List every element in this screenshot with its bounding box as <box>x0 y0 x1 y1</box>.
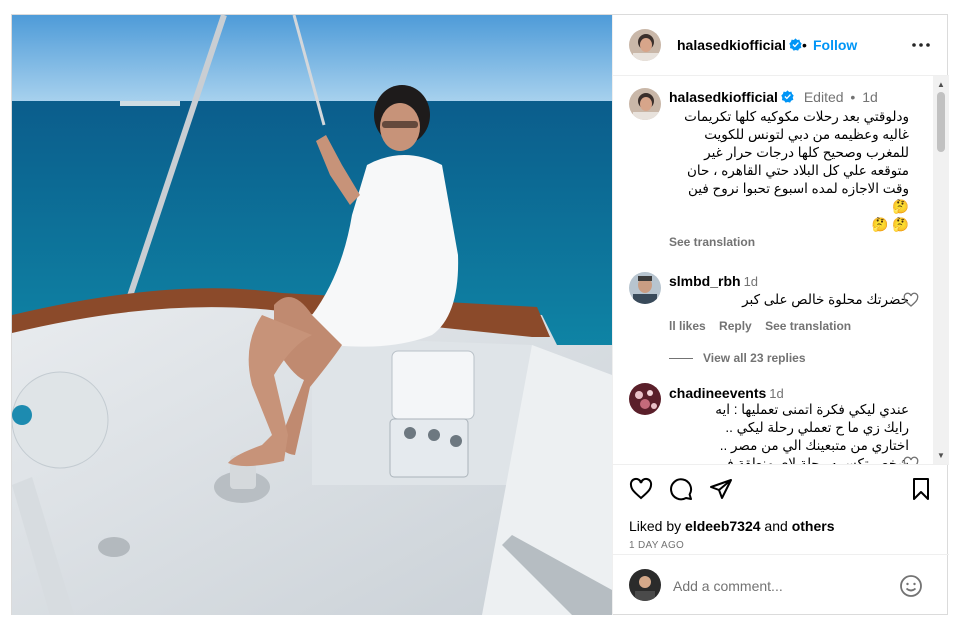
view-replies-label[interactable]: View all 23 replies <box>703 351 806 365</box>
comment-text: عندي ليكي فكرة اتمنى تعمليها : ايه رايك … <box>669 401 909 464</box>
comments-scrollbar[interactable]: ▲ ▼ <box>933 76 949 464</box>
caption-text: ودلوقتي بعد رحلات مكوكيه كلها تكريمات غا… <box>669 108 909 234</box>
comment-text: حضرتك محلوة خالص على كبر <box>742 292 909 307</box>
caption-line: وقت الاجازه لمده اسبوع تحبوا نروح فين 🤔 <box>688 181 909 214</box>
comment-line: شخص تكسبيه رحلة لاي منطقة في <box>716 456 909 464</box>
commenter-avatar[interactable] <box>629 272 661 304</box>
liked-by-line: Liked by eldeeb7324 and others <box>629 518 834 534</box>
author-username-link[interactable]: halasedkiofficial <box>677 37 802 53</box>
comment-reply-button[interactable]: Reply <box>719 319 752 333</box>
caption-line: للمغرب وصحيح كلها درجات حرار غير <box>704 145 909 160</box>
share-send-icon[interactable] <box>709 477 733 501</box>
header-separator: • <box>802 37 807 53</box>
caption-line: ودلوقتي بعد رحلات مكوكيه كلها تكريمات <box>684 109 909 124</box>
verified-badge-icon <box>781 90 794 103</box>
comment-like-heart-icon[interactable] <box>903 456 919 464</box>
comment-see-translation[interactable]: See translation <box>765 319 851 333</box>
caption-avatar[interactable] <box>629 88 661 120</box>
comment-line: اختاري من متبعينك الي من مصر .. <box>719 438 909 453</box>
comments-section[interactable]: halasedkiofficial Edited • 1d ودلوقتي بع… <box>613 76 949 464</box>
comment-line: رايك زي ما ح تعملي رحلة ليكي .. <box>725 420 909 435</box>
author-avatar[interactable] <box>629 29 661 61</box>
caption-dot: • <box>850 89 856 105</box>
add-comment-input[interactable] <box>673 577 893 595</box>
author-username[interactable]: halasedkiofficial <box>677 37 786 53</box>
comment-line: عندي ليكي فكرة اتمنى تعمليها : ايه <box>715 402 909 417</box>
liked-by-prefix: Liked by <box>629 518 686 534</box>
caption-line: غاليه وعظيمه من دبي لتونس للكويت <box>704 127 909 142</box>
post-sidebar: halasedkiofficial • Follow halasedkioffi… <box>612 15 949 615</box>
scrollbar-thumb[interactable] <box>937 92 945 152</box>
scroll-up-arrow-icon[interactable]: ▲ <box>937 80 945 89</box>
liked-by-others-link[interactable]: others <box>792 518 835 534</box>
comment-user-line: slmbd_rbh 1d <box>669 273 758 289</box>
viewer-avatar <box>629 569 661 601</box>
comment-like-heart-icon[interactable] <box>903 292 919 308</box>
comment-likes-count[interactable]: ‍ll likes <box>669 319 706 333</box>
edited-label: Edited <box>803 89 844 105</box>
comment-time[interactable]: 1d <box>769 386 783 401</box>
liked-by-user-link[interactable]: eldeeb7324 <box>685 518 761 534</box>
save-bookmark-icon[interactable] <box>909 477 933 501</box>
follow-button[interactable]: Follow <box>813 37 857 53</box>
comment-actions: ‍ll likes Reply See translation <box>669 319 861 333</box>
post-photo[interactable] <box>12 15 612 615</box>
comment-username[interactable]: slmbd_rbh <box>669 273 741 289</box>
comment-time[interactable]: 1d <box>744 274 758 289</box>
more-options-icon[interactable] <box>909 35 933 55</box>
caption-line: متوقعه علي كل البلاد حتي القاهره ، حان <box>686 163 909 178</box>
caption-time[interactable]: 1d <box>862 89 878 105</box>
view-replies-button[interactable]: View all 23 replies <box>669 351 806 365</box>
post-actions: Liked by eldeeb7324 and others 1 DAY AGO <box>613 464 949 554</box>
comment-bubble-icon[interactable] <box>669 477 693 501</box>
add-comment-bar <box>613 554 949 615</box>
emoji-smiley-icon[interactable] <box>899 574 923 598</box>
comment-user-line: chadineevents 1d <box>669 385 784 401</box>
scroll-down-arrow-icon[interactable]: ▼ <box>937 451 945 460</box>
liked-by-and: and <box>760 518 792 534</box>
verified-badge-icon <box>789 38 802 51</box>
caption-line: 🤔 🤔 <box>871 217 909 232</box>
caption-username[interactable]: halasedkiofficial <box>669 89 778 105</box>
caption-header: halasedkiofficial Edited • 1d <box>669 89 878 105</box>
boat-photo-image <box>12 15 612 615</box>
comment-username[interactable]: chadineevents <box>669 385 766 401</box>
caption-see-translation[interactable]: See translation <box>669 235 755 249</box>
post-time-ago[interactable]: 1 DAY AGO <box>629 540 684 551</box>
replies-divider <box>669 358 693 360</box>
like-heart-icon[interactable] <box>629 477 653 501</box>
commenter-avatar[interactable] <box>629 383 661 415</box>
instagram-post: halasedkiofficial • Follow halasedkioffi… <box>11 14 949 615</box>
post-header: halasedkiofficial • Follow <box>613 15 949 76</box>
